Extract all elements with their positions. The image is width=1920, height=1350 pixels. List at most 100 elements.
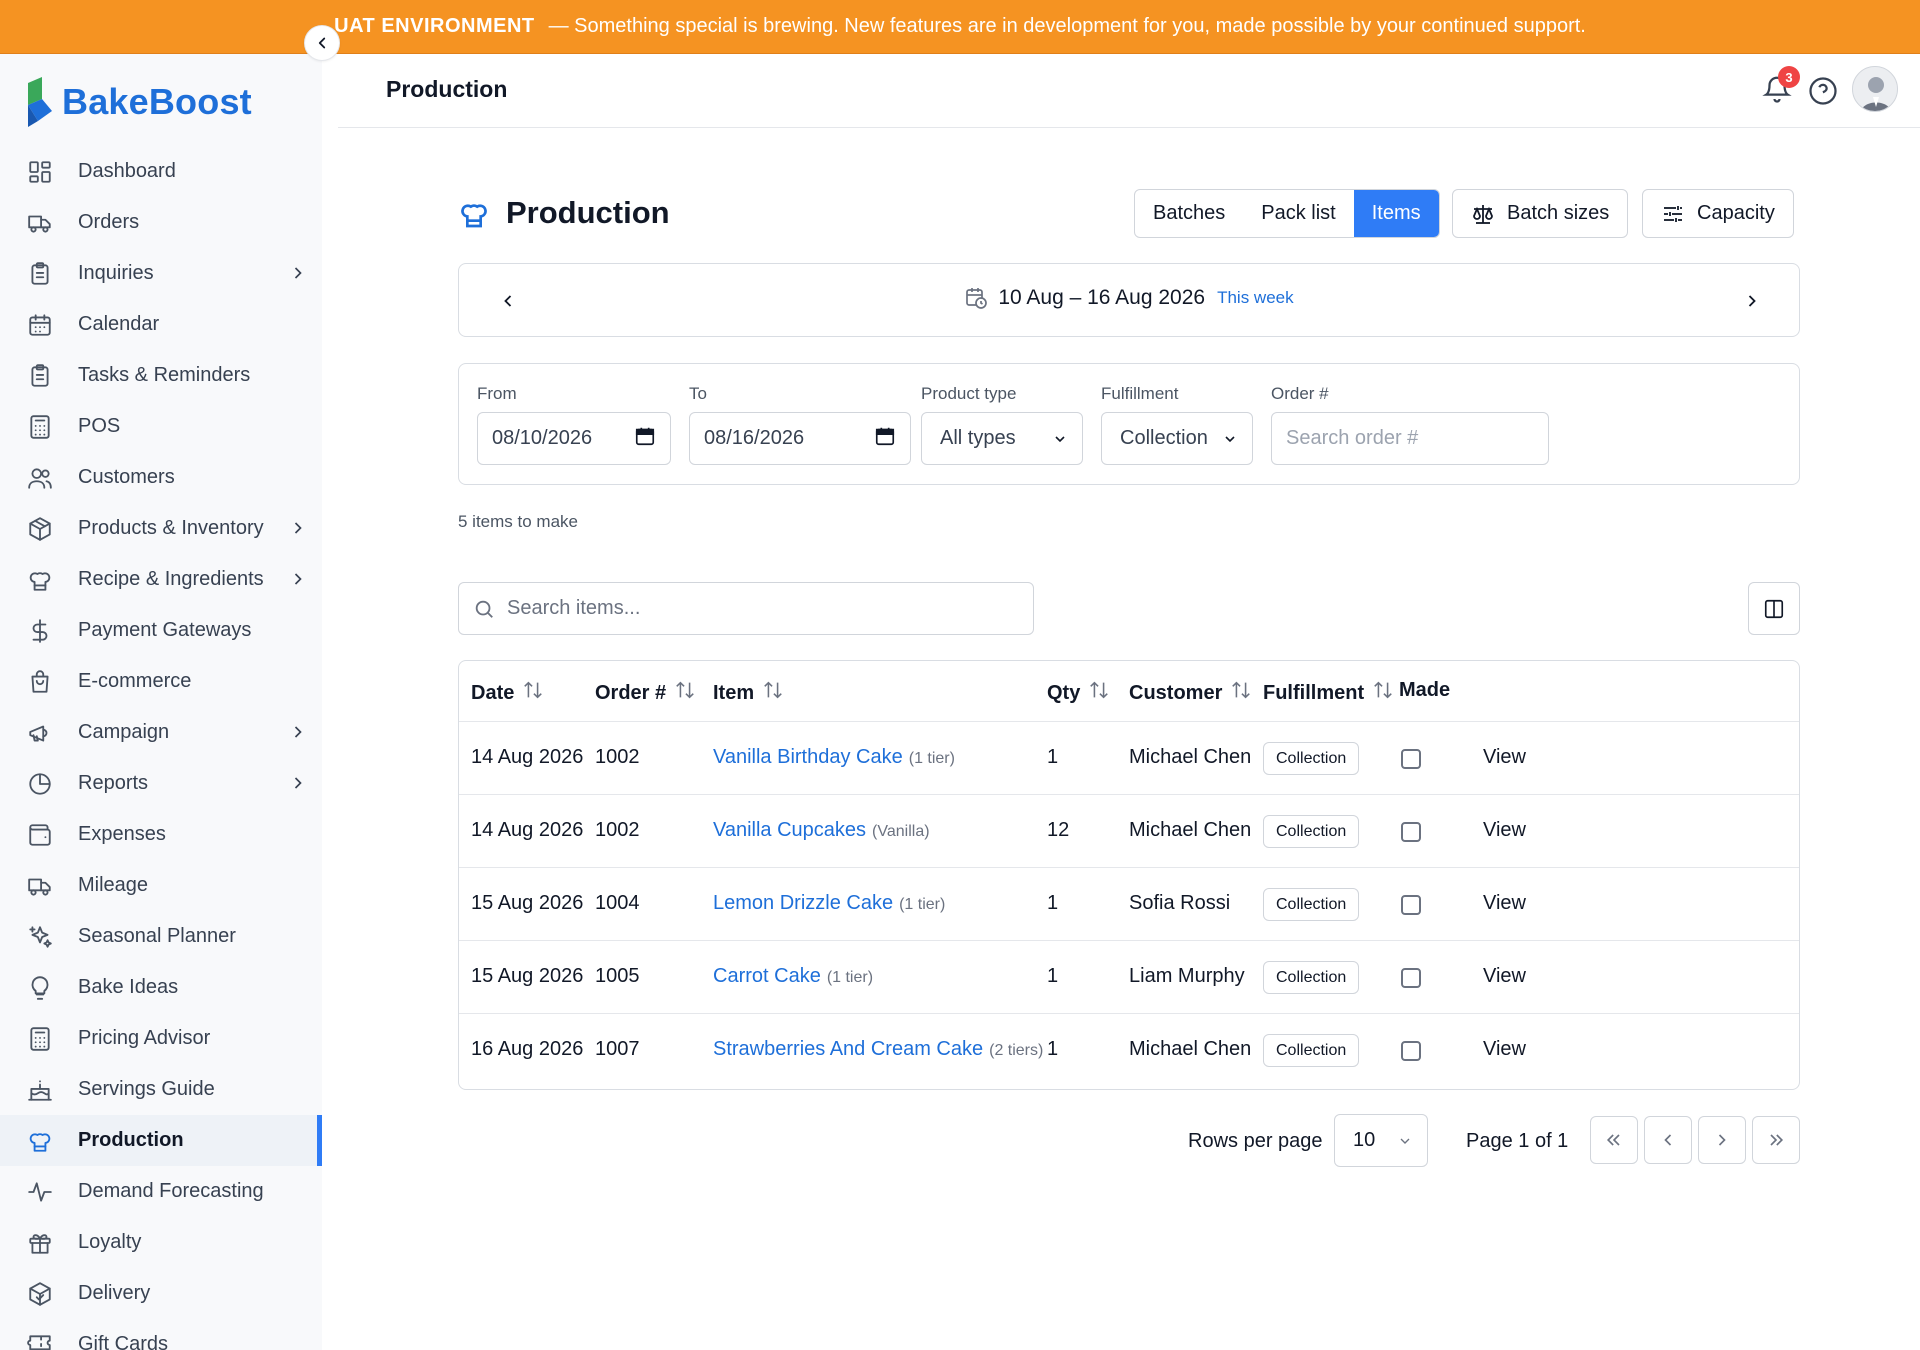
column-header-fulfillment[interactable]: Fulfillment	[1263, 679, 1394, 707]
view-button[interactable]: View	[1483, 819, 1526, 842]
sidebar-item-label: Inquiries	[78, 262, 154, 284]
sidebar-item-dashboard[interactable]: Dashboard	[0, 146, 322, 197]
view-button[interactable]: View	[1483, 746, 1526, 769]
next-page-button[interactable]	[1698, 1116, 1746, 1164]
sort-icon[interactable]	[1364, 679, 1394, 707]
sidebar-item-expenses[interactable]: Expenses	[0, 809, 322, 860]
scale-icon	[1473, 204, 1493, 224]
made-checkbox[interactable]	[1401, 822, 1421, 842]
first-page-button[interactable]	[1590, 1116, 1638, 1164]
item-link[interactable]: Lemon Drizzle Cake	[713, 892, 893, 914]
collapse-sidebar-button[interactable]	[304, 25, 340, 61]
banner-message: — Something special is brewing. New feat…	[548, 15, 1586, 37]
tab-items[interactable]: Items	[1353, 190, 1439, 237]
previous-page-button[interactable]	[1644, 1116, 1692, 1164]
next-week-button[interactable]	[1737, 286, 1767, 316]
sidebar-item-calendar[interactable]: Calendar	[0, 299, 322, 350]
search-items-input[interactable]: Search items...	[458, 582, 1034, 635]
column-header-customer[interactable]: Customer	[1129, 679, 1252, 707]
column-header-item[interactable]: Item	[713, 679, 784, 707]
sidebar-item-label: Tasks & Reminders	[78, 364, 251, 386]
item-variant: (1 tier)	[908, 750, 955, 767]
sidebar-item-production[interactable]: Production	[0, 1115, 322, 1166]
order-number-input[interactable]: Search order #	[1271, 412, 1549, 465]
sort-icon[interactable]	[514, 679, 544, 707]
tab-pack-list[interactable]: Pack list	[1243, 190, 1353, 237]
batch-sizes-button[interactable]: Batch sizes	[1452, 189, 1629, 238]
sidebar-item-customers[interactable]: Customers	[0, 452, 322, 503]
user-avatar[interactable]	[1852, 66, 1898, 112]
sidebar-item-recipe-ingredients[interactable]: Recipe & Ingredients	[0, 554, 322, 605]
chevron-right-icon[interactable]	[288, 773, 308, 793]
chevron-right-icon[interactable]	[288, 722, 308, 742]
user-photo-icon	[1853, 67, 1897, 111]
item-variant: (1 tier)	[826, 969, 874, 986]
column-header-order[interactable]: Order #	[595, 679, 696, 707]
sidebar-item-pos[interactable]: POS	[0, 401, 322, 452]
chevron-right-icon[interactable]	[288, 518, 308, 538]
column-header-date[interactable]: Date	[471, 679, 544, 707]
from-date-input[interactable]: 08/10/2026	[477, 412, 671, 465]
sidebar-item-campaign[interactable]: Campaign	[0, 707, 322, 758]
sidebar-item-payment-gateways[interactable]: Payment Gateways	[0, 605, 322, 656]
sort-icon[interactable]	[666, 679, 696, 707]
item-link[interactable]: Strawberries And Cream Cake	[713, 1038, 983, 1060]
toggle-columns-button[interactable]	[1748, 582, 1800, 635]
sidebar-item-mileage[interactable]: Mileage	[0, 860, 322, 911]
item-link[interactable]: Vanilla Birthday Cake	[713, 746, 903, 768]
sidebar-item-demand-forecasting[interactable]: Demand Forecasting	[0, 1166, 322, 1217]
item-link[interactable]: Carrot Cake	[713, 965, 821, 987]
rows-per-page-select[interactable]: 10	[1334, 1114, 1428, 1167]
brand-logo[interactable]: BakeBoost	[22, 72, 252, 132]
sidebar-item-pricing-advisor[interactable]: Pricing Advisor	[0, 1013, 322, 1064]
sort-icon[interactable]	[754, 679, 784, 707]
last-page-button[interactable]	[1752, 1116, 1800, 1164]
sidebar-item-bake-ideas[interactable]: Bake Ideas	[0, 962, 322, 1013]
fulfillment-select[interactable]: Collection	[1101, 412, 1253, 465]
sidebar-item-label: Expenses	[78, 823, 166, 845]
sidebar-item-inquiries[interactable]: Inquiries	[0, 248, 322, 299]
column-header-qty[interactable]: Qty	[1047, 679, 1110, 707]
chevron-right-icon[interactable]	[288, 569, 308, 589]
calendar-icon[interactable]	[874, 425, 896, 453]
capacity-label: Capacity	[1697, 202, 1775, 224]
made-checkbox[interactable]	[1401, 749, 1421, 769]
sidebar-item-e-commerce[interactable]: E-commerce	[0, 656, 322, 707]
sort-icon[interactable]	[1080, 679, 1110, 707]
chevron-right-icon[interactable]	[288, 263, 308, 283]
calendar-icon[interactable]	[634, 425, 656, 453]
sidebar-item-loyalty[interactable]: Loyalty	[0, 1217, 322, 1268]
fulfillment-badge: Collection	[1263, 742, 1360, 775]
made-checkbox[interactable]	[1401, 1041, 1421, 1061]
sidebar-item-gift-cards[interactable]: Gift Cards	[0, 1319, 322, 1350]
item-cell: Vanilla Birthday Cake (1 tier)	[713, 746, 955, 769]
made-checkbox[interactable]	[1401, 895, 1421, 915]
sort-icon[interactable]	[1222, 679, 1252, 707]
chevron-down-icon	[1225, 435, 1235, 442]
help-button[interactable]	[1808, 76, 1838, 106]
tab-batches[interactable]: Batches	[1135, 190, 1243, 237]
item-cell: Vanilla Cupcakes (Vanilla)	[713, 819, 930, 842]
sidebar-item-tasks-reminders[interactable]: Tasks & Reminders	[0, 350, 322, 401]
item-link[interactable]: Vanilla Cupcakes	[713, 819, 866, 841]
to-date-input[interactable]: 08/16/2026	[689, 412, 911, 465]
capacity-button[interactable]: Capacity	[1642, 189, 1794, 238]
sidebar-item-reports[interactable]: Reports	[0, 758, 322, 809]
chevrons-right-icon	[1770, 1134, 1784, 1146]
view-button[interactable]: View	[1483, 965, 1526, 988]
view-button[interactable]: View	[1483, 1038, 1526, 1061]
order-number-label: Order #	[1271, 384, 1329, 403]
item-cell: Strawberries And Cream Cake (2 tiers)	[713, 1038, 1043, 1061]
sidebar-item-delivery[interactable]: Delivery	[0, 1268, 322, 1319]
product-type-label: Product type	[921, 384, 1017, 403]
sidebar-item-servings-guide[interactable]: Servings Guide	[0, 1064, 322, 1115]
fulfillment-label: Fulfillment	[1101, 384, 1179, 403]
product-type-select[interactable]: All types	[921, 412, 1083, 465]
sidebar-item-products-inventory[interactable]: Products & Inventory	[0, 503, 322, 554]
sidebar-item-seasonal-planner[interactable]: Seasonal Planner	[0, 911, 322, 962]
made-checkbox[interactable]	[1401, 968, 1421, 988]
view-button[interactable]: View	[1483, 892, 1526, 915]
sidebar-item-orders[interactable]: Orders	[0, 197, 322, 248]
order-number-cell: 1005	[595, 965, 640, 987]
this-week-link[interactable]: This week	[1217, 288, 1294, 308]
